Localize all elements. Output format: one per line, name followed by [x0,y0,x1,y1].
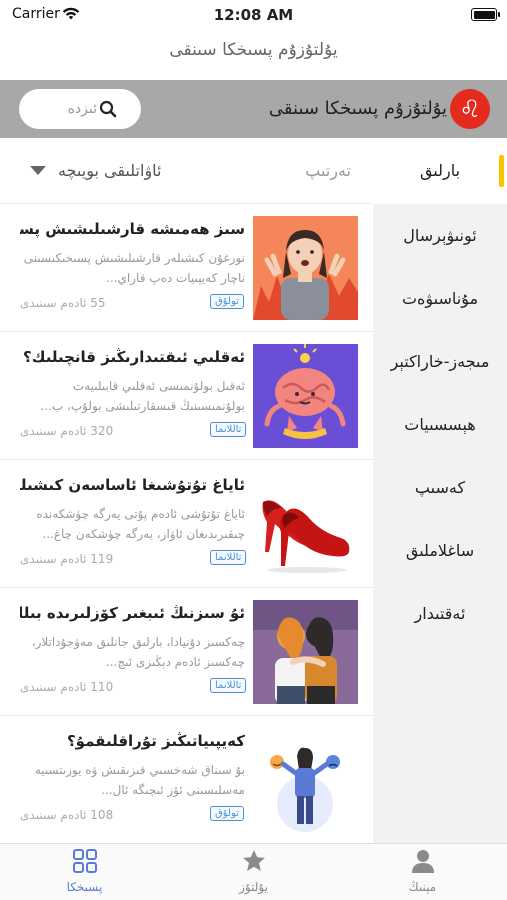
sort-label[interactable]: تەرتىپ [305,138,351,204]
chevron-down-icon[interactable] [30,166,46,175]
test-tag-badge: تولۇق [210,806,244,821]
sort-popularity-dropdown[interactable]: ئاۋاتلىقى بويىچە [58,138,162,204]
tab-psychology[interactable]: پسىخكا [0,844,169,900]
grid-icon [72,848,98,878]
test-title: ئەقلىي ئىقتىدارىڭىز قانچىلىك؟ [23,348,245,366]
search-icon [99,100,117,118]
brain-image [253,344,358,448]
clock: 12:08 AM [213,6,294,24]
list-item[interactable]: ئاياغ تۇتۇشىغا ئاساسەن كىشىلەرنى... ئايا… [0,460,373,588]
test-title: ئاياغ تۇتۇشىغا ئاساسەن كىشىلەرنى... [20,476,245,494]
list-item[interactable]: كەيپىياتىڭىز تۇراقلىقمۇ؟ بۇ سىناق شەخسىي… [0,716,373,844]
status-bar: Carrier 12:08 AM [0,0,507,30]
app-header: ئىزدە يۇلتۇزۇم پسىخكا سىنقى ♌ [0,80,507,138]
test-tag-badge: تاللانما [210,550,247,565]
friends-image [253,600,358,704]
tab-stars[interactable]: يۇلتۇز [169,844,338,900]
red-heels-image [253,472,358,576]
page-title: يۇلتۇزۇم پسىخكا سىنقى [169,40,338,60]
list-item[interactable]: ئەقلىي ئىقتىدارىڭىز قانچىلىك؟ ئەقىل بولۇ… [0,332,373,460]
test-tag-badge: تاللانما [210,422,247,437]
mood-image [253,728,358,832]
tab-label: پسىخكا [66,880,103,894]
test-title: سىز ھەمىشە قارشىلىشىش پسىخ... [20,220,245,238]
person-icon [410,848,436,878]
list-item[interactable]: سىز ھەمىشە قارشىلىشىش پسىخ... نورغۇن كىش… [0,204,373,332]
tab-label: يۇلتۇز [239,880,268,894]
test-tag-badge: تولۇق [210,294,244,309]
category-sidebar: بارلىق ئونىۋېرسال مۇناسىۋەت مىجەز-خاراكت… [373,138,507,843]
test-description: ئەقىل بولۇنمىسى ئەقلىي قابىلىيەت بولۇنمى… [40,379,245,413]
search-bar[interactable]: ئىزدە [19,89,141,129]
tab-mine[interactable]: مېنىڭ [338,844,507,900]
test-count: 55 ئادەم سىنىدى [20,296,106,310]
category-item-all[interactable]: بارلىق [373,138,507,204]
tab-label: مېنىڭ [408,880,437,894]
list-item[interactable]: ئۇ سىزنىڭ ئىبغىر كۆزلىرىدە بىللە بو... چ… [0,588,373,716]
test-description: نورغۇن كىشىلەر قارشىلىشىش پسىخىكىسىنى نا… [23,251,245,285]
test-count: 119 ئادەم سىنىدى [20,552,114,566]
test-title: ئۇ سىزنىڭ ئىبغىر كۆزلىرىدە بىللە بو... [20,604,245,622]
search-placeholder: ئىزدە [67,101,97,117]
category-item-ability[interactable]: ئەقتىدار [373,582,507,645]
test-list: سىز ھەمىشە قارشىلىشىش پسىخ... نورغۇن كىش… [0,204,373,844]
filter-bar: ئاۋاتلىقى بويىچە تەرتىپ [0,138,373,204]
test-title: كەيپىياتىڭىز تۇراقلىقمۇ؟ [66,732,245,750]
test-description: چەكسىز دۇنيادا، بارلىق جانلىق مەۋجۇداتلا… [31,635,245,669]
tab-bar: پسىخكا يۇلتۇز مېنىڭ [0,843,507,900]
category-item-personality[interactable]: مىجەز-خاراكتېر [373,330,507,393]
test-description: بۇ سىناق شەخسىي قىزىقىش ۋە يوزىتسىيە مەس… [34,763,245,797]
test-tag-badge: تاللانما [210,678,247,693]
leo-logo-icon: ♌ [450,89,490,129]
app-name: يۇلتۇزۇم پسىخكا سىنقى [268,98,447,119]
nav-bar: يۇلتۇزۇم پسىخكا سىنقى [0,30,507,78]
test-description: ئاياغ تۇتۇشى ئادەم پۇتى يەرگە چۈشكەندە چ… [36,507,245,541]
category-item-career[interactable]: كەسىپ [373,456,507,519]
test-count: 320 ئادەم سىنىدى [20,424,114,438]
battery-icon [471,8,500,21]
category-item-emotion[interactable]: ھېسسىيات [373,393,507,456]
category-item-general[interactable]: ئونىۋېرسال [373,204,507,267]
category-item-health[interactable]: ساغلاملىق [373,519,507,582]
category-item-relationship[interactable]: مۇناسىۋەت [373,267,507,330]
test-count: 110 ئادەم سىنىدى [20,680,114,694]
test-count: 108 ئادەم سىنىدى [20,808,114,822]
star-icon [241,848,267,878]
frustrated-person-image [253,216,358,320]
